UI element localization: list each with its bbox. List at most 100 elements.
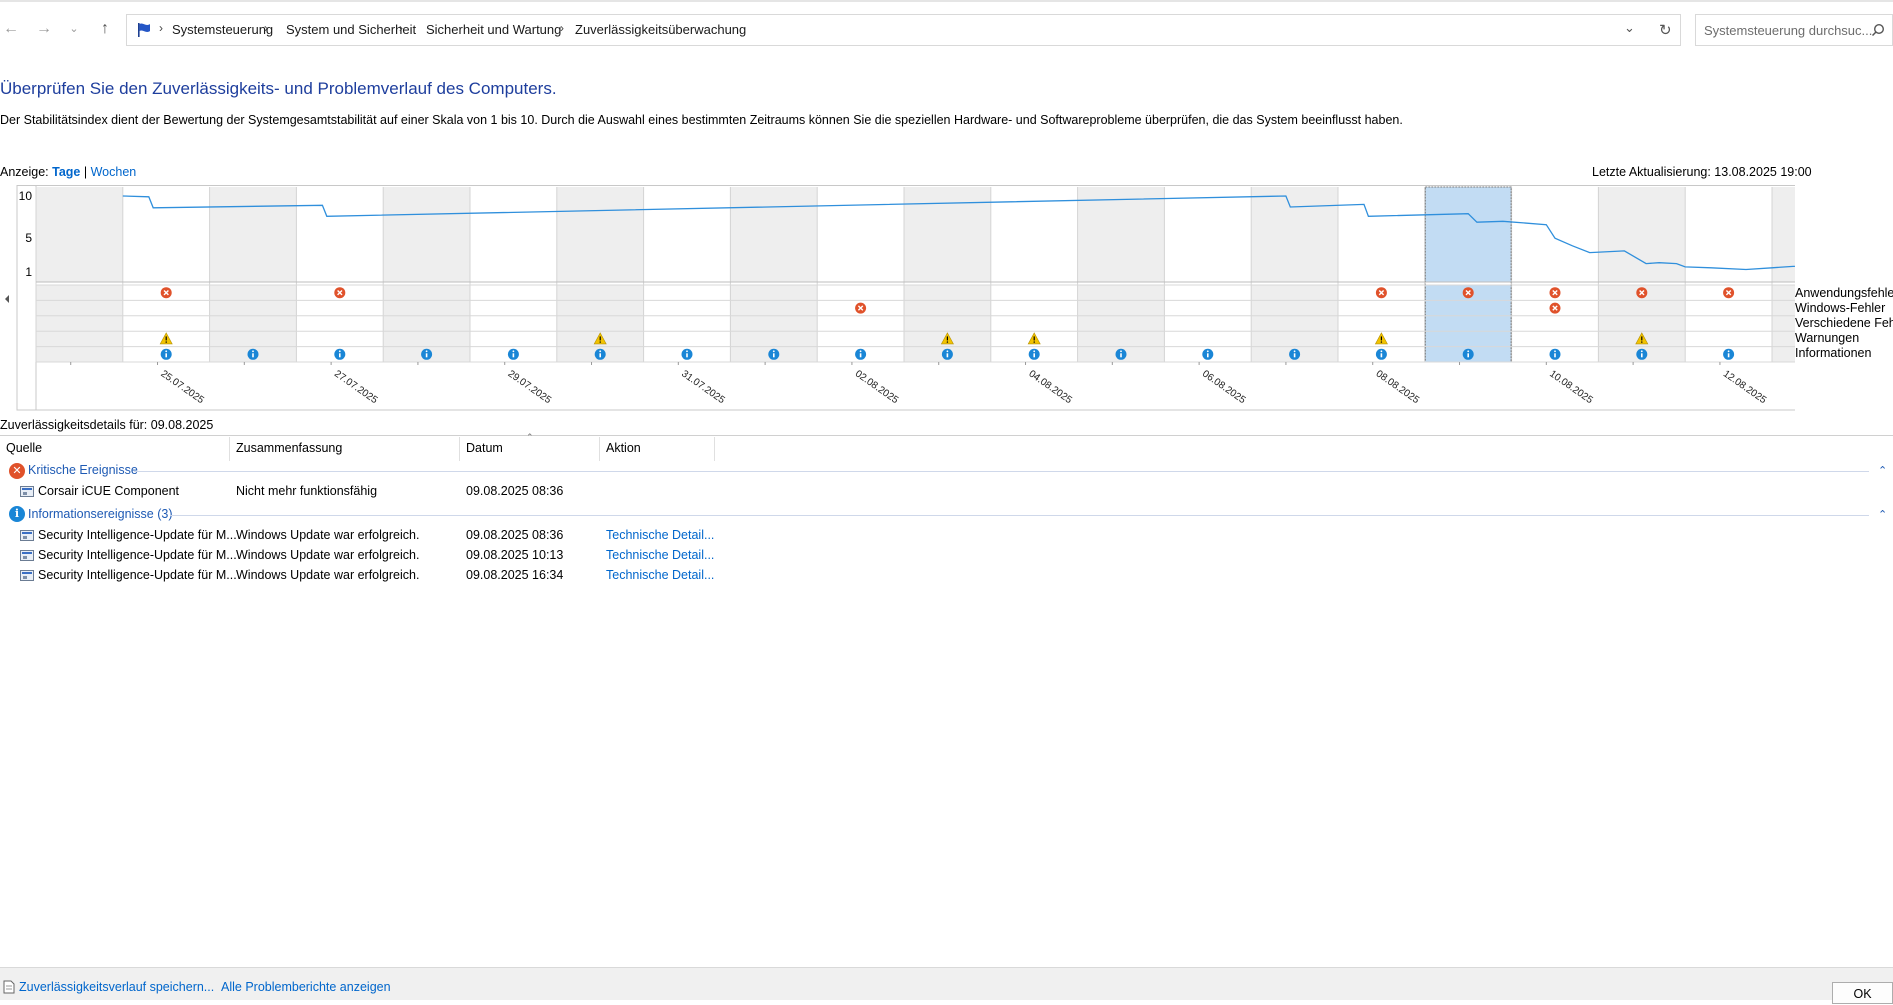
day-column-11.08.2025[interactable] (1598, 187, 1686, 282)
column-separator[interactable] (599, 437, 600, 461)
y-tick-label: 10 (19, 189, 33, 203)
info-icon-dot (1120, 350, 1122, 353)
day-column-26.07.2025[interactable] (209, 187, 297, 282)
info-icon-dot (1554, 350, 1556, 353)
search-icon[interactable] (1871, 23, 1885, 37)
day-column-02.08.2025[interactable] (817, 187, 904, 282)
warning-icon-dot (165, 341, 167, 343)
row-summary[interactable]: Windows Update war erfolgreich. (236, 548, 419, 562)
day-column-08.08.2025[interactable] (1338, 187, 1425, 282)
column-separator[interactable] (459, 437, 460, 461)
view-switcher: Anzeige: Tage | Wochen (0, 165, 136, 179)
day-column-31.07.2025[interactable] (643, 187, 731, 282)
error-icon: ✕ (9, 463, 25, 479)
info-icon-dot (1033, 350, 1036, 353)
address-bar[interactable]: › Systemsteuerung › System und Sicherhei… (126, 14, 1681, 46)
info-icon-dot (252, 350, 254, 353)
view-weeks-link[interactable]: Wochen (91, 165, 137, 179)
breadcrumb-item[interactable]: Systemsteuerung (172, 22, 273, 37)
day-event-column-24.07.2025[interactable] (36, 285, 123, 362)
row-source[interactable]: Security Intelligence-Update für M... (38, 528, 237, 542)
collapse-chevron-icon[interactable]: ⌃ (1878, 464, 1887, 477)
save-history-link[interactable]: Zuverlässigkeitsverlauf speichern... (19, 980, 214, 994)
y-tick-label: 1 (25, 265, 32, 279)
row-date[interactable]: 09.08.2025 16:34 (466, 568, 563, 582)
column-header-summary[interactable]: Zusammenfassung (236, 441, 342, 455)
day-column-28.07.2025[interactable] (383, 187, 470, 282)
back-arrow-icon[interactable]: ← (0, 18, 22, 40)
window-top-border (0, 0, 1893, 2)
view-divider: | (83, 165, 88, 179)
search-placeholder[interactable]: Systemsteuerung durchsuc... (1704, 23, 1872, 38)
technical-details-link[interactable]: Technische Detail... (606, 548, 714, 562)
column-separator[interactable] (229, 437, 230, 461)
info-icon-dot (425, 350, 428, 353)
day-event-column-13.08.2025[interactable] (1772, 285, 1795, 362)
technical-details-link[interactable]: Technische Detail... (606, 568, 714, 582)
row-source[interactable]: Security Intelligence-Update für M... (38, 548, 237, 562)
view-days-link[interactable]: Tage (52, 165, 80, 179)
breadcrumb-item[interactable]: Zuverlässigkeitsüberwachung (575, 22, 746, 37)
recent-locations-chevron-icon[interactable]: ⌄ (63, 18, 85, 40)
up-arrow-icon[interactable]: ↑ (94, 18, 116, 40)
day-column-25.07.2025[interactable] (122, 187, 210, 282)
application-icon (20, 486, 34, 497)
column-header-date[interactable]: Datum (466, 441, 503, 455)
technical-details-link[interactable]: Technische Detail... (606, 528, 714, 542)
forward-arrow-icon[interactable]: → (33, 18, 55, 40)
row-label-application-errors: Anwendungsfehler (1795, 286, 1893, 300)
application-icon (20, 550, 34, 561)
row-summary[interactable]: Windows Update war erfolgreich. (236, 528, 419, 542)
row-label-windows-errors: Windows-Fehler (1795, 301, 1886, 315)
address-dropdown-chevron-icon[interactable]: ⌄ (1624, 20, 1635, 36)
breadcrumb-item[interactable]: Sicherheit und Wartung (426, 22, 561, 37)
ok-button[interactable]: OK (1832, 982, 1893, 1004)
row-summary[interactable]: Nicht mehr funktionsfähig (236, 484, 377, 498)
day-column-09.08.2025[interactable] (1424, 187, 1512, 282)
breadcrumb-item[interactable]: System und Sicherheit (286, 22, 416, 37)
warning-icon-dot (599, 341, 601, 343)
day-column-07.08.2025[interactable] (1251, 187, 1338, 282)
row-source[interactable]: Corsair iCUE Component (38, 484, 179, 498)
info-icon: i (9, 506, 25, 522)
day-column-30.07.2025[interactable] (556, 187, 644, 282)
row-date[interactable]: 09.08.2025 08:36 (466, 528, 563, 542)
day-column-03.08.2025[interactable] (904, 187, 991, 282)
info-icon-dot (946, 350, 949, 353)
warning-icon-dot (946, 341, 949, 343)
reliability-chart[interactable]: 105125.07.2025 27.07.2025 29.07.2025 31.07.… (0, 185, 1795, 412)
column-separator[interactable] (714, 437, 715, 461)
day-column-10.08.2025[interactable] (1511, 187, 1599, 282)
day-column-24.07.2025[interactable] (36, 187, 123, 282)
day-column-01.08.2025[interactable] (730, 187, 818, 282)
day-column-05.08.2025[interactable] (1077, 187, 1165, 282)
group-header-critical[interactable]: Kritische Ereignisse (28, 463, 138, 477)
info-icon-dot (859, 350, 862, 353)
row-date[interactable]: 09.08.2025 08:36 (466, 484, 563, 498)
refresh-icon[interactable]: ↻ (1659, 21, 1672, 39)
application-icon (20, 570, 34, 581)
breadcrumb-separator-icon: › (399, 21, 403, 35)
warning-icon-dot (1380, 341, 1383, 343)
info-icon-dot (1727, 350, 1730, 353)
flag-icon (138, 23, 150, 37)
scroll-left-arrow-icon[interactable] (5, 295, 9, 303)
info-icon-dot (1467, 350, 1470, 353)
page-description: Der Stabilitätsindex dient der Bewertung… (0, 113, 1403, 127)
group-header-information[interactable]: Informationsereignisse (3) (28, 507, 173, 521)
column-header-source[interactable]: Quelle (6, 441, 42, 455)
last-update-text: Letzte Aktualisierung: 13.08.2025 19:00 (1592, 165, 1812, 179)
column-header-action[interactable]: Aktion (606, 441, 641, 455)
row-summary[interactable]: Windows Update war erfolgreich. (236, 568, 419, 582)
collapse-chevron-icon[interactable]: ⌃ (1878, 508, 1887, 521)
all-reports-link[interactable]: Alle Problemberichte anzeigen (221, 980, 391, 994)
day-column-29.07.2025[interactable] (470, 187, 557, 282)
day-column-27.07.2025[interactable] (296, 187, 384, 282)
sort-ascending-icon: ⌃ (526, 432, 534, 442)
row-source[interactable]: Security Intelligence-Update für M... (38, 568, 237, 582)
warning-icon-dot (1033, 341, 1035, 343)
search-box[interactable]: Systemsteuerung durchsuc... (1695, 14, 1893, 46)
day-column-06.08.2025[interactable] (1164, 187, 1252, 282)
row-date[interactable]: 09.08.2025 10:13 (466, 548, 563, 562)
footer-bar: Zuverlässigkeitsverlauf speichern... All… (0, 967, 1893, 1004)
